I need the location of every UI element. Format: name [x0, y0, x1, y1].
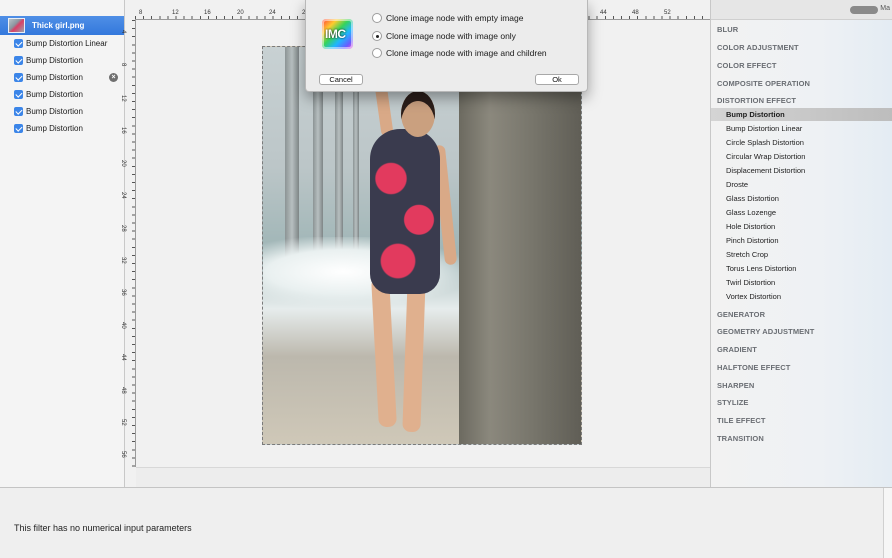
- layer-root-label: Thick girl.png: [32, 21, 85, 30]
- option-label: Clone image node with image only: [386, 31, 516, 41]
- vertical-ruler: 4 8 12 16 20 24 28 32 36 40 44 48 52 56: [120, 20, 136, 467]
- app-icon: IMC: [322, 19, 353, 49]
- parameters-scrollbar[interactable]: [883, 488, 892, 558]
- filter-browser: Ma BLUR COLOR ADJUSTMENT COLOR EFFECT CO…: [710, 0, 892, 487]
- layer-item-label: Bump Distortion: [26, 73, 83, 82]
- radio-button-selected[interactable]: [372, 31, 382, 41]
- app-icon-text: IMC: [325, 27, 346, 41]
- ruler-tick-label: 8: [139, 10, 143, 16]
- image-thumbnail: [8, 18, 25, 33]
- category-stylize[interactable]: STYLIZE: [717, 398, 749, 407]
- cancel-button[interactable]: Cancel: [319, 74, 363, 85]
- layer-checkbox[interactable]: [14, 56, 23, 65]
- category-geometry-adjustment[interactable]: GEOMETRY ADJUSTMENT: [717, 327, 814, 336]
- horizontal-scroll-area[interactable]: [136, 467, 710, 487]
- person-head: [401, 91, 435, 137]
- clone-node-dialog: IMC Clone image node with empty image Cl…: [305, 0, 588, 92]
- category-halftone-effect[interactable]: HALFTONE EFFECT: [717, 363, 790, 372]
- filter-item-glass-distortion[interactable]: Glass Distortion: [726, 194, 779, 203]
- ruler-tick-label: 52: [664, 10, 671, 16]
- ruler-tick-label: 28: [120, 225, 126, 232]
- ruler-tick-label: 16: [204, 10, 211, 16]
- filter-item-circle-splash-distortion[interactable]: Circle Splash Distortion: [726, 138, 804, 147]
- category-tile-effect[interactable]: TILE EFFECT: [717, 416, 766, 425]
- filter-item-bump-distortion-linear[interactable]: Bump Distortion Linear: [726, 124, 802, 133]
- ruler-tick-label: 8: [120, 63, 126, 67]
- ruler-tick-label: 48: [120, 387, 126, 394]
- category-generator[interactable]: GENERATOR: [717, 310, 765, 319]
- ruler-tick-label: 20: [237, 10, 244, 16]
- option-image-only[interactable]: Clone image node with image only: [372, 31, 516, 41]
- option-label: Clone image node with empty image: [386, 13, 524, 23]
- ruler-tick-label: 24: [269, 10, 276, 16]
- ok-button[interactable]: Ok: [535, 74, 579, 85]
- filter-item-bump-distortion[interactable]: Bump Distortion: [726, 110, 785, 119]
- layer-item-label: Bump Distortion: [26, 90, 83, 99]
- category-distortion-effect[interactable]: DISTORTION EFFECT: [717, 96, 796, 105]
- filter-item-circular-wrap-distortion[interactable]: Circular Wrap Distortion: [726, 152, 805, 161]
- layer-item-label: Bump Distortion: [26, 56, 83, 65]
- layer-item-label: Bump Distortion: [26, 124, 83, 133]
- ruler-tick-label: 52: [120, 419, 126, 426]
- layer-checkbox[interactable]: [14, 90, 23, 99]
- foreground-pillar: [459, 47, 581, 444]
- ruler-tick-label: 12: [172, 10, 179, 16]
- category-gradient[interactable]: GRADIENT: [717, 345, 757, 354]
- layer-checkbox[interactable]: [14, 124, 23, 133]
- preview-image[interactable]: [262, 46, 582, 445]
- ruler-tick-label: 12: [120, 95, 126, 102]
- layer-item[interactable]: Bump Distortion: [0, 103, 124, 120]
- radio-button[interactable]: [372, 48, 382, 58]
- layer-item[interactable]: Bump Distortion: [0, 52, 124, 69]
- filter-item-twirl-distortion[interactable]: Twirl Distortion: [726, 278, 775, 287]
- layer-item-label: Bump Distortion: [26, 107, 83, 116]
- category-blur[interactable]: BLUR: [717, 25, 738, 34]
- toolbar-label: Ma: [880, 5, 890, 12]
- ruler-tick-label: 4: [120, 30, 126, 34]
- category-sharpen[interactable]: SHARPEN: [717, 381, 754, 390]
- ruler-tick-label: 36: [120, 289, 126, 296]
- ruler-tick-label: 32: [120, 257, 126, 264]
- radio-button[interactable]: [372, 13, 382, 23]
- option-empty-image[interactable]: Clone image node with empty image: [372, 13, 524, 23]
- option-label: Clone image node with image and children: [386, 48, 547, 58]
- layer-item-label: Bump Distortion Linear: [26, 39, 108, 48]
- category-composite-operation[interactable]: COMPOSITE OPERATION: [717, 79, 810, 88]
- filter-browser-toolbar: Ma: [711, 0, 892, 20]
- person-swimsuit: [370, 129, 440, 294]
- ruler-tick-label: 44: [600, 10, 607, 16]
- layer-checkbox[interactable]: [14, 73, 23, 82]
- parameters-message: This filter has no numerical input param…: [14, 523, 192, 533]
- parameters-panel: This filter has no numerical input param…: [0, 487, 892, 558]
- layer-checkbox[interactable]: [14, 107, 23, 116]
- toggle-switch[interactable]: [850, 6, 878, 14]
- ruler-tick-label: 24: [120, 192, 126, 199]
- category-color-adjustment[interactable]: COLOR ADJUSTMENT: [717, 43, 799, 52]
- ruler-tick-label: 48: [632, 10, 639, 16]
- filter-item-droste[interactable]: Droste: [726, 180, 748, 189]
- filter-item-pinch-distortion[interactable]: Pinch Distortion: [726, 236, 779, 245]
- filter-item-stretch-crop[interactable]: Stretch Crop: [726, 250, 768, 259]
- ruler-tick-label: 40: [120, 322, 126, 329]
- category-color-effect[interactable]: COLOR EFFECT: [717, 61, 777, 70]
- ruler-tick-label: 44: [120, 354, 126, 361]
- layer-item[interactable]: Bump Distortion: [0, 86, 124, 103]
- option-image-and-children[interactable]: Clone image node with image and children: [372, 48, 547, 58]
- filter-item-glass-lozenge[interactable]: Glass Lozenge: [726, 208, 776, 217]
- layer-panel: Thick girl.png Bump Distortion Linear Bu…: [0, 0, 125, 487]
- ruler-tick-label: 56: [120, 451, 126, 458]
- filter-item-hole-distortion[interactable]: Hole Distortion: [726, 222, 775, 231]
- layer-root[interactable]: Thick girl.png: [0, 16, 124, 35]
- remove-filter-icon[interactable]: ×: [109, 73, 118, 82]
- layer-item[interactable]: Bump Distortion ×: [0, 69, 124, 86]
- layer-checkbox[interactable]: [14, 39, 23, 48]
- category-transition[interactable]: TRANSITION: [717, 434, 764, 443]
- ruler-tick-label: 16: [120, 127, 126, 134]
- filter-item-vortex-distortion[interactable]: Vortex Distortion: [726, 292, 781, 301]
- layer-item[interactable]: Bump Distortion Linear: [0, 35, 124, 52]
- filter-item-torus-lens-distortion[interactable]: Torus Lens Distortion: [726, 264, 796, 273]
- filter-item-displacement-distortion[interactable]: Displacement Distortion: [726, 166, 805, 175]
- layer-item[interactable]: Bump Distortion: [0, 120, 124, 137]
- ruler-tick-label: 20: [120, 160, 126, 167]
